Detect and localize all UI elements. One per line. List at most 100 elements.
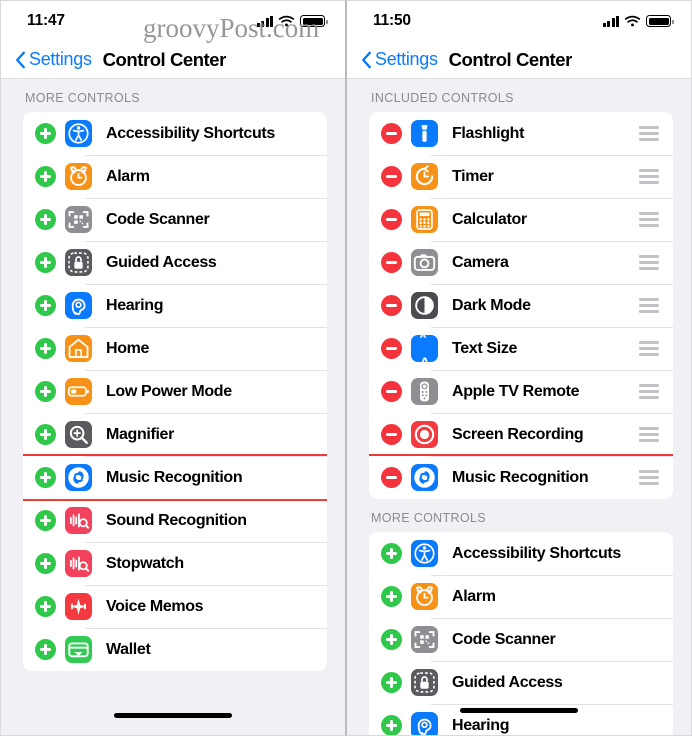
ear-icon: [411, 712, 438, 735]
reorder-handle-icon[interactable]: [639, 126, 659, 141]
battery-icon: [646, 15, 674, 27]
add-control-button[interactable]: [381, 543, 402, 564]
remove-control-button[interactable]: [381, 424, 402, 445]
reorder-handle-icon[interactable]: [639, 255, 659, 270]
remove-control-button[interactable]: [381, 166, 402, 187]
back-button-label: Settings: [375, 49, 438, 69]
voice-memo-icon: [65, 593, 92, 620]
reorder-handle-icon[interactable]: [639, 384, 659, 399]
control-row[interactable]: Camera: [369, 241, 673, 284]
control-row[interactable]: Hearing: [23, 284, 327, 327]
control-row-label: Voice Memos: [106, 597, 204, 615]
add-control-button[interactable]: [35, 166, 56, 187]
control-row[interactable]: Alarm: [23, 155, 327, 198]
add-control-button[interactable]: [35, 295, 56, 316]
lock-icon: [65, 249, 92, 276]
watermark: groovyPost.com: [143, 13, 320, 43]
remove-control-button[interactable]: [381, 123, 402, 144]
remove-control-button[interactable]: [381, 381, 402, 402]
control-row[interactable]: Dark Mode: [369, 284, 673, 327]
control-row-label: Home: [106, 339, 150, 357]
control-row[interactable]: Timer: [369, 155, 673, 198]
page-title: Control Center: [448, 48, 573, 70]
accessibility-icon: [65, 120, 92, 147]
reorder-handle-icon[interactable]: [639, 169, 659, 184]
control-row-label: Music Recognition: [106, 468, 243, 486]
add-control-button[interactable]: [35, 209, 56, 230]
remove-control-button[interactable]: [381, 338, 402, 359]
add-control-button[interactable]: [381, 715, 402, 735]
control-row[interactable]: Apple TV Remote: [369, 370, 673, 413]
add-control-button[interactable]: [381, 586, 402, 607]
control-row-label: Guided Access: [452, 673, 563, 691]
add-control-button[interactable]: [35, 381, 56, 402]
text-size-icon: AA: [411, 335, 438, 362]
control-row[interactable]: Low Power Mode: [23, 370, 327, 413]
remove-control-button[interactable]: [381, 467, 402, 488]
add-control-button[interactable]: [35, 252, 56, 273]
control-row-label: Screen Recording: [452, 425, 584, 443]
control-row[interactable]: Voice Memos: [23, 585, 327, 628]
remove-control-button[interactable]: [381, 295, 402, 316]
phone-screenshot-left: 11:47 Settings Control Center MORE CONTR…: [0, 0, 346, 736]
control-row[interactable]: Code Scanner: [369, 618, 673, 661]
alarm-clock-icon: [65, 163, 92, 190]
reorder-handle-icon[interactable]: [639, 470, 659, 485]
home-indicator: [460, 708, 578, 713]
control-row[interactable]: Flashlight: [369, 112, 673, 155]
section-header: MORE CONTROLS: [25, 91, 140, 105]
add-control-button[interactable]: [35, 596, 56, 617]
control-row[interactable]: Accessibility Shortcuts: [23, 112, 327, 155]
control-row[interactable]: Home: [23, 327, 327, 370]
control-row[interactable]: Guided Access: [23, 241, 327, 284]
reorder-handle-icon[interactable]: [639, 341, 659, 356]
remove-control-button[interactable]: [381, 252, 402, 273]
controls-card: Accessibility Shortcuts Alarm Code Scann…: [369, 532, 673, 735]
control-row[interactable]: Screen Recording: [369, 413, 673, 456]
wifi-icon: [624, 15, 641, 27]
add-control-button[interactable]: [35, 123, 56, 144]
control-row[interactable]: Magnifier: [23, 413, 327, 456]
reorder-handle-icon[interactable]: [639, 298, 659, 313]
settings-scroll-body[interactable]: INCLUDED CONTROLS Flashlight Timer Calcu…: [347, 79, 691, 735]
control-row-label: Guided Access: [106, 253, 217, 271]
reorder-handle-icon[interactable]: [639, 212, 659, 227]
control-row[interactable]: Alarm: [369, 575, 673, 618]
control-row[interactable]: Stopwatch: [23, 542, 327, 585]
control-row[interactable]: Sound Recognition: [23, 499, 327, 542]
chevron-left-icon: [361, 51, 372, 69]
control-row[interactable]: Music Recognition: [369, 454, 673, 499]
add-control-button[interactable]: [35, 553, 56, 574]
add-control-button[interactable]: [381, 672, 402, 693]
qr-code-scanner-icon: [65, 206, 92, 233]
status-time: 11:47: [27, 12, 65, 29]
add-control-button[interactable]: [35, 639, 56, 660]
control-row[interactable]: Accessibility Shortcuts: [369, 532, 673, 575]
reorder-handle-icon[interactable]: [639, 427, 659, 442]
settings-scroll-body[interactable]: MORE CONTROLS Accessibility Shortcuts Al…: [1, 79, 345, 735]
section-header: INCLUDED CONTROLS: [371, 91, 514, 105]
add-control-button[interactable]: [35, 467, 56, 488]
control-row[interactable]: Calculator: [369, 198, 673, 241]
control-row-label: Code Scanner: [452, 630, 556, 648]
two-phone-screenshot-comparison: 11:47 Settings Control Center MORE CONTR…: [0, 0, 692, 736]
tv-remote-icon: [411, 378, 438, 405]
control-row-label: Low Power Mode: [106, 382, 232, 400]
magnifier-icon: [65, 421, 92, 448]
dark-mode-icon: [411, 292, 438, 319]
add-control-button[interactable]: [35, 510, 56, 531]
remove-control-button[interactable]: [381, 209, 402, 230]
back-button[interactable]: Settings: [15, 49, 92, 70]
control-row[interactable]: Code Scanner: [23, 198, 327, 241]
control-row[interactable]: Guided Access: [369, 661, 673, 704]
add-control-button[interactable]: [35, 338, 56, 359]
add-control-button[interactable]: [381, 629, 402, 650]
add-control-button[interactable]: [35, 424, 56, 445]
control-row[interactable]: Music Recognition: [23, 454, 327, 501]
control-row[interactable]: Wallet: [23, 628, 327, 671]
control-row-label: Dark Mode: [452, 296, 531, 314]
back-button[interactable]: Settings: [361, 49, 438, 70]
control-row[interactable]: AA Text Size: [369, 327, 673, 370]
controls-card: Flashlight Timer Calculator Camera Dark …: [369, 112, 673, 499]
control-row-label: Magnifier: [106, 425, 174, 443]
